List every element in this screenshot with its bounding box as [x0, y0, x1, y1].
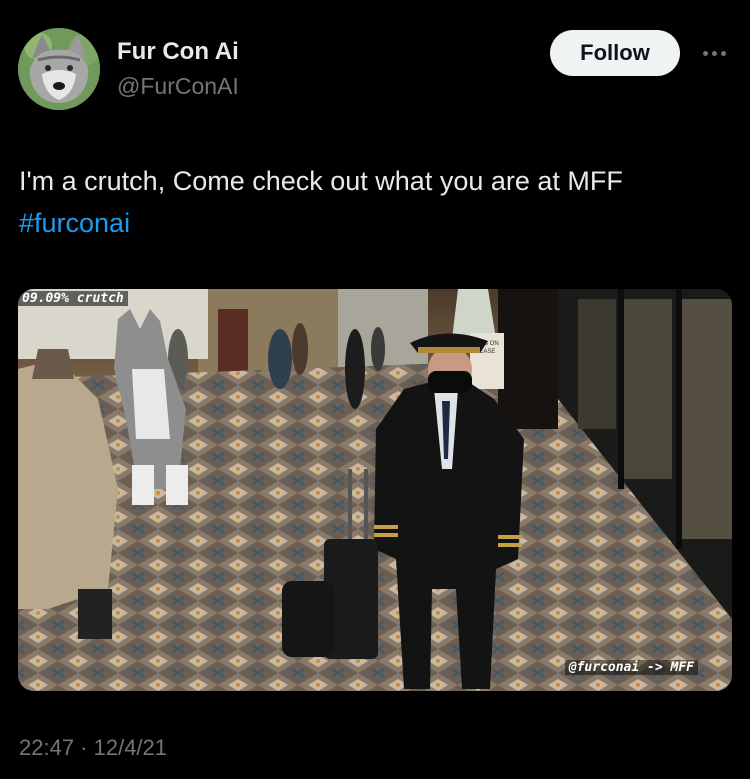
tweet-body: I'm a crutch, Come check out what you ar… — [19, 166, 623, 196]
tweet-timestamp[interactable]: 22:47 · 12/4/21 — [19, 735, 167, 761]
more-dot — [711, 50, 717, 56]
tweet-media-image[interactable]: ASKS ON LEASE 09.09% crutch @ — [18, 289, 732, 691]
more-options-icon[interactable] — [696, 40, 732, 66]
more-dot — [702, 50, 708, 56]
convention-hallway-photo: ASKS ON LEASE — [18, 289, 732, 691]
wolf-avatar-icon — [18, 28, 100, 110]
media-caption-bottom-right: @furconai -> MFF — [564, 660, 698, 675]
author-handle[interactable]: @FurConAI — [117, 73, 239, 100]
tweet-text: I'm a crutch, Come check out what you ar… — [19, 160, 739, 244]
follow-button[interactable]: Follow — [550, 30, 680, 76]
more-dot — [720, 50, 726, 56]
media-caption-top-left: 09.09% crutch — [18, 291, 128, 306]
author-display-name[interactable]: Fur Con Ai — [117, 38, 239, 66]
hashtag-link[interactable]: #furconai — [19, 208, 130, 238]
author-avatar[interactable] — [18, 28, 100, 110]
